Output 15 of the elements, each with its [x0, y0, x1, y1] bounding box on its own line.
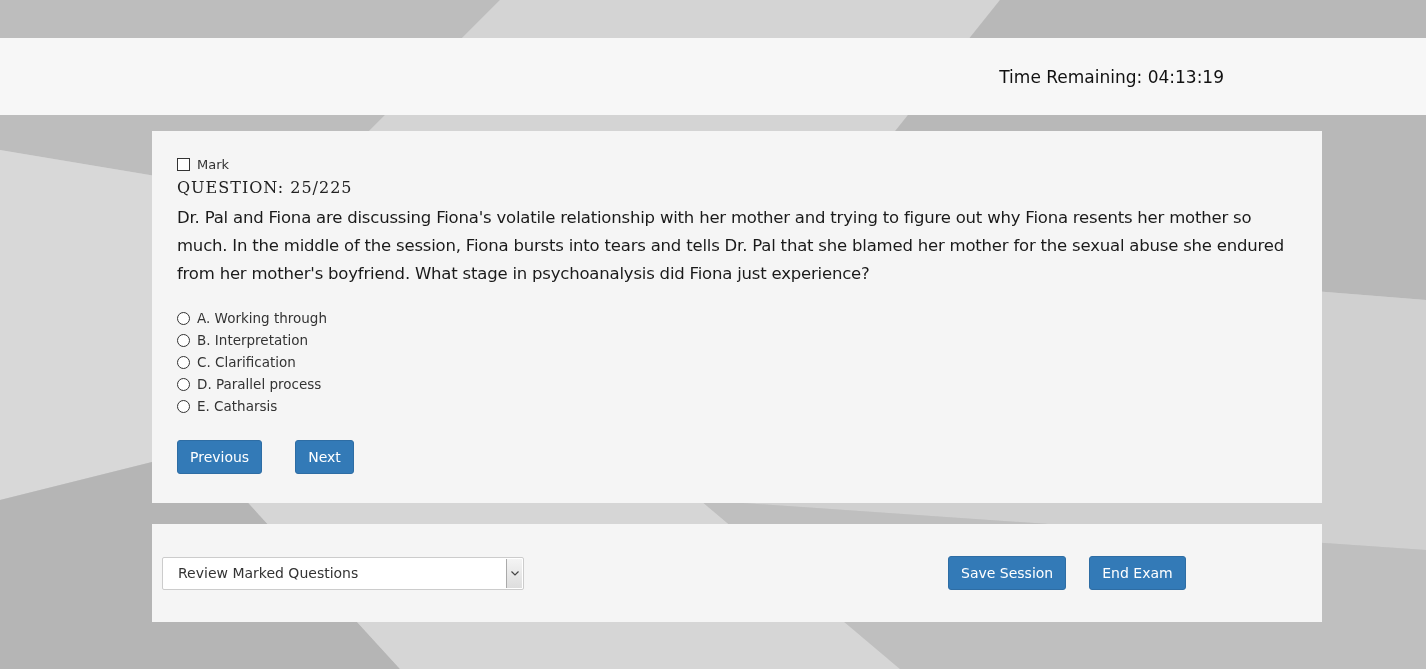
next-button[interactable]: Next — [295, 440, 354, 474]
question-number: QUESTION: 25/225 — [177, 178, 354, 197]
review-select[interactable]: Review Marked Questions — [162, 556, 524, 590]
caret-icon — [506, 558, 522, 588]
answer-option[interactable]: D. Parallel process — [177, 376, 1297, 392]
time-remaining: Time Remaining: 04:13:19 — [999, 66, 1224, 87]
question-text: Dr. Pal and Fiona are discussing Fiona's volatile relationship with her mother and trying to figure out why Fiona resents her mother so much. In the middle of the session, Fiona bursts into tears and tells Dr. Pal that she blamed her mother for the sexual abuse she endured from her mother's boyfriend. What stage in psychoanalysis did Fiona just experience? — [177, 207, 1285, 285]
previous-button[interactable]: Previous — [177, 440, 263, 474]
answer-option[interactable]: A. Working through — [177, 310, 1297, 326]
answer-option[interactable]: C. Clarification — [177, 354, 1297, 370]
save-session-button[interactable]: Save Session — [948, 556, 1067, 590]
answer-option[interactable]: E. Catharsis — [177, 398, 1297, 414]
mark-checkbox[interactable]: Mark — [177, 157, 1297, 172]
answer-option[interactable]: B. Interpretation — [177, 332, 1297, 348]
end-exam-button[interactable]: End Exam — [1089, 556, 1186, 590]
